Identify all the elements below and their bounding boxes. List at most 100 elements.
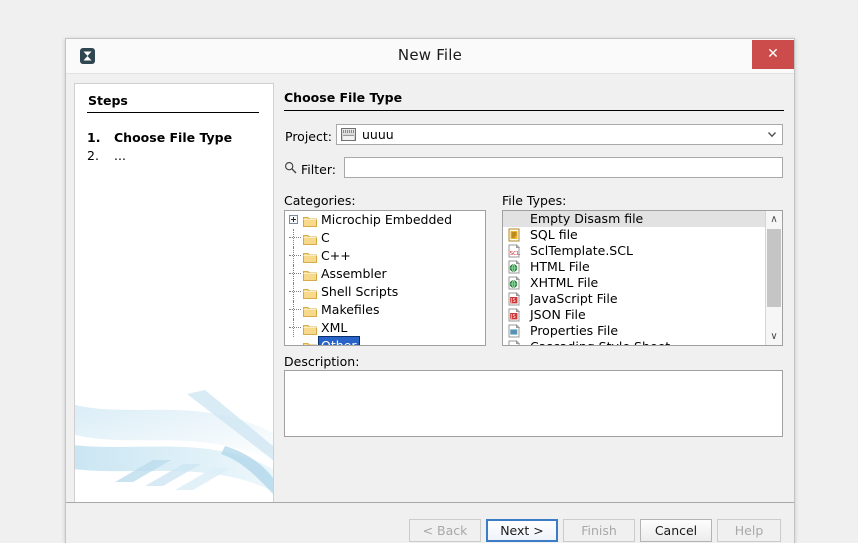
cancel-button[interactable]: Cancel <box>640 519 712 542</box>
file-type-label: SclTemplate.SCL <box>530 243 633 258</box>
help-button[interactable]: Help <box>717 519 781 542</box>
file-type-label: JavaScript File <box>530 291 618 306</box>
file-types-items: Empty Disasm file SQL file SCL SclTempla… <box>503 211 765 345</box>
step-label: Choose File Type <box>114 130 233 145</box>
scroll-down-icon[interactable]: ∨ <box>766 328 782 345</box>
project-value: uuuu <box>362 127 394 142</box>
properties-file-icon <box>507 323 521 338</box>
filter-input[interactable] <box>344 157 783 178</box>
file-type-label: Properties File <box>530 323 619 338</box>
category-label: Assembler <box>321 266 387 281</box>
category-label: Microchip Embedded <box>321 212 453 227</box>
content-panel: Choose File Type Project: uuuu Filter: C… <box>274 74 794 502</box>
tree-connector <box>289 273 301 275</box>
scl-file-icon: SCL <box>507 243 521 258</box>
project-combobox[interactable]: uuuu <box>336 124 783 145</box>
file-type-row[interactable]: XHTML File <box>503 275 765 291</box>
category-row[interactable]: C <box>285 229 485 247</box>
dialog-titlebar: New File ✕ <box>66 39 794 74</box>
expand-plus-icon[interactable] <box>289 215 298 224</box>
section-divider <box>284 110 784 111</box>
category-label: Shell Scripts <box>321 284 399 299</box>
folder-icon <box>303 286 317 299</box>
file-type-row[interactable]: Cascading Style Sheet <box>503 339 765 345</box>
category-row[interactable]: Makefiles <box>285 301 485 319</box>
sql-file-icon <box>507 228 521 242</box>
filter-label: Filter: <box>301 162 336 177</box>
steps-divider <box>87 112 259 113</box>
category-row-selected[interactable]: Other <box>285 336 485 346</box>
steps-panel: Steps 1. Choose File Type 2. ... <box>74 83 274 502</box>
category-label: XML <box>321 320 348 335</box>
page-title: Choose File Type <box>284 90 403 105</box>
folder-icon <box>303 214 317 227</box>
dialog-body: Steps 1. Choose File Type 2. ... Choose … <box>66 74 794 502</box>
next-button[interactable]: Next > <box>486 519 558 542</box>
project-label: Project: <box>285 129 332 144</box>
tree-connector <box>289 291 301 293</box>
project-icon <box>341 128 356 141</box>
folder-icon <box>303 304 317 317</box>
description-box <box>284 370 783 437</box>
svg-text:JS: JS <box>510 314 516 320</box>
tree-connector <box>289 255 301 257</box>
file-type-row[interactable]: SQL file <box>503 227 765 243</box>
category-row[interactable]: Microchip Embedded <box>285 211 485 229</box>
tree-connector <box>289 345 301 346</box>
category-row[interactable]: C++ <box>285 247 485 265</box>
category-row[interactable]: Assembler <box>285 265 485 283</box>
svg-text:SCL: SCL <box>510 251 521 257</box>
category-row[interactable]: XML <box>285 319 485 337</box>
finish-button[interactable]: Finish <box>563 519 635 542</box>
file-type-row[interactable]: HTML File <box>503 259 765 275</box>
file-types-scrollbar[interactable]: ∧ ∨ <box>765 211 782 345</box>
svg-text:JS: JS <box>510 298 516 304</box>
file-type-row[interactable]: SCL SclTemplate.SCL <box>503 243 765 259</box>
search-icon <box>284 161 297 174</box>
category-label: Makefiles <box>321 302 380 317</box>
decorative-swoosh-graphic <box>75 382 273 502</box>
tree-connector <box>289 309 301 311</box>
category-label: Other <box>318 336 360 345</box>
file-type-label: JSON File <box>530 307 586 322</box>
dialog-footer: < Back Next > Finish Cancel Help <box>66 503 794 543</box>
tree-connector <box>289 327 301 329</box>
category-label: C++ <box>321 248 351 263</box>
file-type-row[interactable]: JS JSON File <box>503 307 765 323</box>
folder-icon <box>303 268 317 281</box>
category-label: C <box>321 230 330 245</box>
step-number: 2. <box>87 148 99 163</box>
file-type-row[interactable]: Properties File <box>503 323 765 339</box>
category-row[interactable]: Shell Scripts <box>285 283 485 301</box>
back-button[interactable]: < Back <box>409 519 481 542</box>
tree-connector <box>289 237 301 239</box>
folder-icon <box>303 250 317 263</box>
xhtml-file-icon <box>507 275 521 290</box>
scrollbar-thumb[interactable] <box>767 229 781 307</box>
dialog-title: New File <box>397 46 463 64</box>
close-icon[interactable]: ✕ <box>752 40 794 69</box>
json-file-icon: JS <box>507 307 521 322</box>
steps-heading: Steps <box>88 93 128 108</box>
categories-tree[interactable]: Microchip Embedded C C++ Assembler Shell… <box>284 210 486 346</box>
html-file-icon <box>507 259 521 274</box>
folder-icon <box>303 232 317 245</box>
file-type-label: XHTML File <box>530 275 599 290</box>
file-types-label: File Types: <box>502 193 567 208</box>
new-file-dialog: New File ✕ Steps 1. Choose File Type 2. … <box>65 38 795 543</box>
file-type-label: SQL file <box>530 227 578 242</box>
step-label: ... <box>114 148 126 163</box>
css-file-icon <box>507 339 521 345</box>
folder-icon <box>303 340 317 345</box>
file-type-row[interactable]: Empty Disasm file <box>503 211 765 227</box>
step-number: 1. <box>87 130 101 145</box>
file-type-row[interactable]: JS JavaScript File <box>503 291 765 307</box>
file-types-list[interactable]: Empty Disasm file SQL file SCL SclTempla… <box>502 210 783 346</box>
chevron-down-icon[interactable] <box>765 128 779 142</box>
description-label: Description: <box>284 354 360 369</box>
js-file-icon: JS <box>507 291 521 306</box>
scroll-up-icon[interactable]: ∧ <box>766 211 782 228</box>
folder-icon <box>303 322 317 335</box>
file-type-label: Cascading Style Sheet <box>530 339 670 345</box>
categories-label: Categories: <box>284 193 356 208</box>
